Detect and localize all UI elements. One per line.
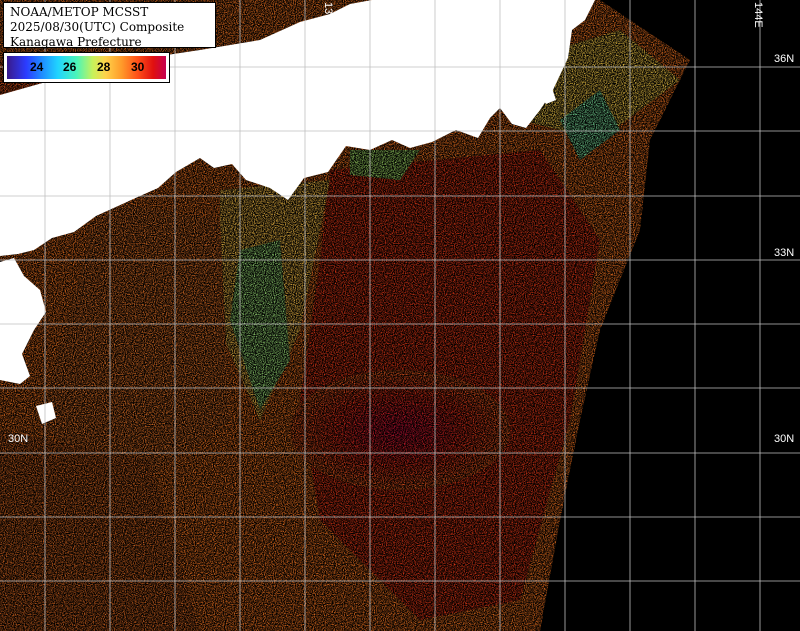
lat-label-30n-left: 30N [8, 433, 29, 445]
lat-label-36n: 36N [774, 53, 795, 65]
title-line-3: Kanagawa Prefecture [10, 35, 142, 49]
temperature-legend: 24 26 28 30 [3, 52, 170, 83]
title-line-1: NOAA/METOP MCSST [10, 5, 149, 19]
legend-tick-28: 28 [97, 60, 111, 74]
lat-label-33n: 33N [774, 247, 795, 259]
title-line-2: 2025/08/30(UTC) Composite [10, 20, 185, 34]
lon-label-136e: 136E [322, 2, 334, 28]
legend-tick-26: 26 [63, 60, 77, 74]
lon-label-144e: 144E [752, 2, 764, 28]
map-title-box: NOAA/METOP MCSST 2025/08/30(UTC) Composi… [3, 2, 216, 49]
lat-label-30n-right: 30N [774, 433, 795, 445]
sst-map [0, 0, 800, 631]
legend-tick-24: 24 [30, 60, 44, 74]
legend-tick-30: 30 [131, 60, 145, 74]
